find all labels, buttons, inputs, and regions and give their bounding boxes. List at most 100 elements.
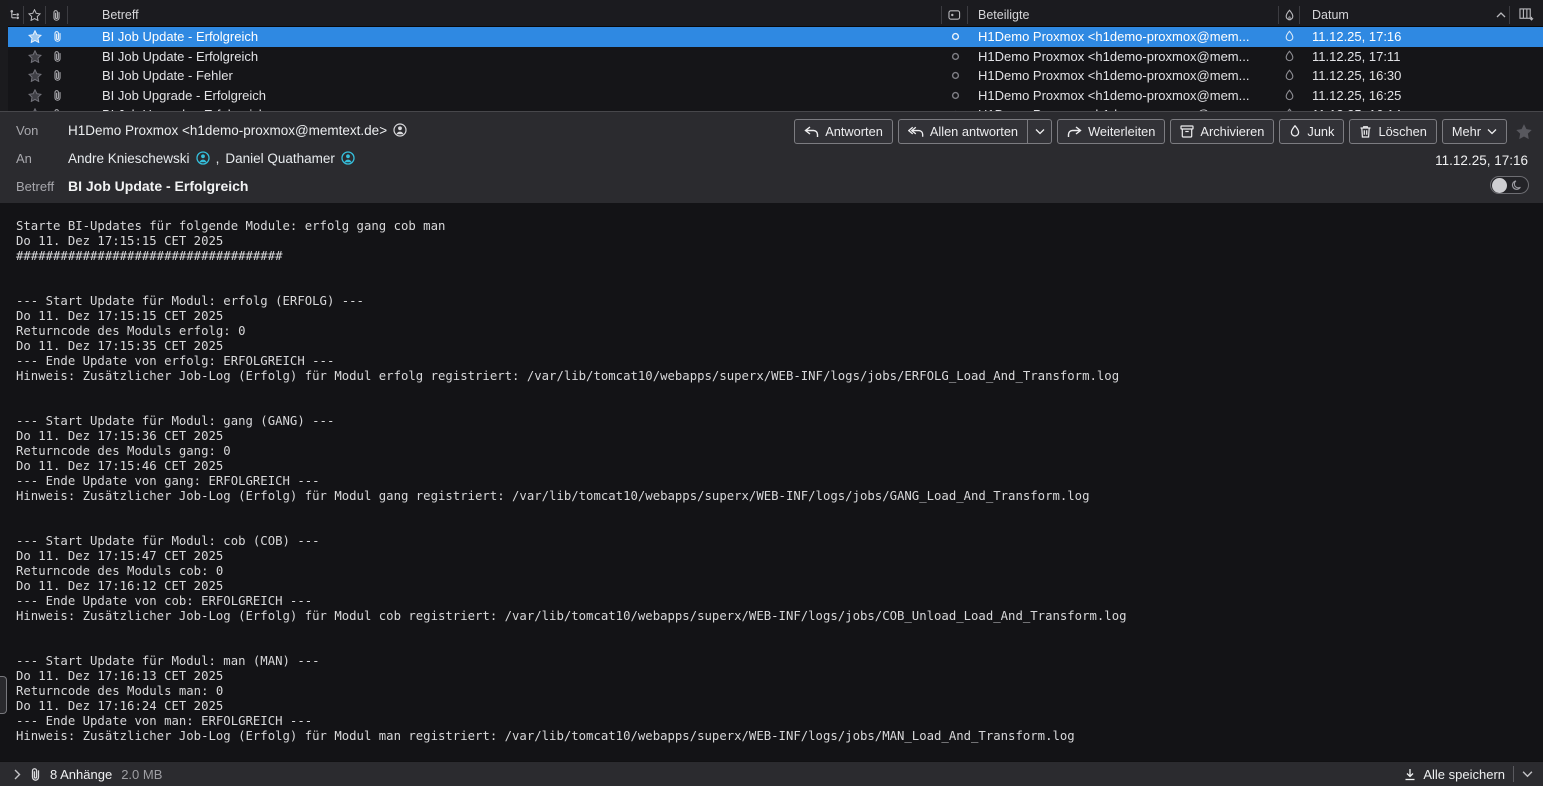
archive-icon [1180, 125, 1194, 138]
row-subject: BI Job Update - Erfolgreich [68, 49, 942, 64]
subject-column-header[interactable]: Betreff [68, 6, 942, 24]
date-column-header[interactable]: Datum [1300, 6, 1492, 24]
message-subject: BI Job Update - Erfolgreich [68, 178, 248, 194]
junk-column-header[interactable] [1278, 6, 1300, 24]
message-body-text: Starte BI-Updates für folgende Module: e… [16, 219, 1543, 744]
reply-all-icon [908, 126, 924, 138]
delete-button[interactable]: Löschen [1349, 119, 1436, 144]
flame-icon [1284, 9, 1295, 22]
toggle-knob [1492, 178, 1507, 193]
subject-column-label: Betreff [102, 8, 139, 22]
junk-button[interactable]: Junk [1279, 119, 1344, 144]
to-row: An Andre Knieschewski , Daniel Quathamer [16, 144, 1543, 172]
attachment-indicator-icon [46, 89, 68, 102]
more-label: Mehr [1452, 124, 1481, 139]
archive-button[interactable]: Archivieren [1170, 119, 1274, 144]
save-all-button[interactable]: Alle speichern [1404, 767, 1505, 782]
row-correspondent: H1Demo Proxmox <h1demo-proxmox@mem... [968, 88, 1278, 103]
chevron-down-icon [1487, 128, 1497, 135]
chevron-right-icon [14, 769, 21, 780]
forward-icon [1067, 126, 1082, 138]
trash-icon [1359, 125, 1372, 138]
thread-icon [9, 9, 22, 21]
read-status-icon[interactable] [942, 71, 968, 80]
message-date: 11.12.25, 17:16 [1435, 153, 1528, 168]
message-actions-toolbar: Antworten Allen antworten Weiterleiten A… [794, 119, 1507, 144]
download-icon [1404, 768, 1416, 781]
correspondents-column-header[interactable]: Beteiligte [968, 6, 1278, 24]
message-row-3[interactable]: BI Job Update - Fehler H1Demo Proxmox <h… [8, 66, 1543, 86]
star-column-header[interactable] [24, 6, 46, 24]
attachment-count[interactable]: 8 Anhänge [50, 767, 112, 782]
contact-icon[interactable] [341, 151, 355, 165]
from-label: Von [16, 123, 68, 138]
attachment-actions: Alle speichern [1404, 766, 1533, 782]
star-toggle[interactable] [24, 30, 46, 43]
reply-icon [804, 126, 819, 138]
dark-mode-toggle[interactable] [1490, 176, 1529, 194]
read-status-icon[interactable] [942, 91, 968, 100]
attachment-indicator-icon [46, 50, 68, 63]
junk-toggle-icon[interactable] [1278, 69, 1300, 82]
sort-ascending-indicator[interactable] [1492, 6, 1510, 24]
contact-icon[interactable] [393, 123, 407, 137]
message-row-1[interactable]: BI Job Update - Erfolgreich H1Demo Proxm… [8, 27, 1543, 47]
row-subject: BI Job Update - Fehler [68, 68, 942, 83]
message-header-pane: Von H1Demo Proxmox <h1demo-proxmox@memte… [0, 111, 1543, 203]
message-row-2[interactable]: BI Job Update - Erfolgreich H1Demo Proxm… [8, 47, 1543, 67]
more-button[interactable]: Mehr [1442, 119, 1507, 144]
chevron-down-icon [1035, 128, 1045, 135]
attachment-column-header[interactable] [46, 6, 68, 24]
to-label: An [16, 151, 68, 166]
junk-toggle-icon[interactable] [1278, 89, 1300, 102]
forward-label: Weiterleiten [1088, 124, 1155, 139]
star-message-button[interactable] [1515, 123, 1533, 145]
thread-column-header[interactable] [8, 6, 24, 24]
star-toggle[interactable] [24, 89, 46, 102]
read-status-icon[interactable] [942, 32, 968, 41]
chevron-up-icon [1496, 12, 1506, 18]
read-status-icon[interactable] [942, 52, 968, 61]
reply-all-split-button: Allen antworten [898, 119, 1052, 144]
save-all-label: Alle speichern [1423, 767, 1505, 782]
subject-row: Betreff BI Job Update - Erfolgreich [16, 172, 1543, 200]
attachment-indicator-icon [46, 69, 68, 82]
star-icon [1515, 123, 1533, 140]
row-date: 11.12.25, 16:30 [1300, 68, 1543, 83]
junk-toggle-icon[interactable] [1278, 30, 1300, 43]
attachments-expander-button[interactable] [14, 769, 21, 780]
moon-icon [1511, 180, 1522, 191]
attachment-total-size: 2.0 MB [121, 767, 162, 782]
star-icon [28, 9, 41, 21]
divider [1513, 766, 1514, 782]
row-correspondent: H1Demo Proxmox <h1demo-proxmox@mem... [968, 49, 1278, 64]
read-column-header[interactable] [942, 6, 968, 24]
from-value[interactable]: H1Demo Proxmox <h1demo-proxmox@memtext.d… [68, 123, 387, 138]
junk-toggle-icon[interactable] [1278, 50, 1300, 63]
junk-label: Junk [1307, 124, 1334, 139]
column-picker-button[interactable] [1510, 6, 1543, 24]
thread-list-header: Betreff Beteiligte Datum [8, 0, 1543, 27]
reply-button[interactable]: Antworten [794, 119, 893, 144]
row-correspondent: H1Demo Proxmox <h1demo-proxmox@mem... [968, 68, 1278, 83]
reply-all-dropdown-button[interactable] [1028, 119, 1052, 144]
chevron-down-icon [1522, 770, 1533, 778]
star-toggle[interactable] [24, 50, 46, 63]
forward-button[interactable]: Weiterleiten [1057, 119, 1165, 144]
recipient-1[interactable]: Andre Knieschewski [68, 151, 190, 166]
recipient-2[interactable]: Daniel Quathamer [225, 151, 335, 166]
save-all-dropdown-button[interactable] [1522, 770, 1533, 778]
contact-icon[interactable] [196, 151, 210, 165]
reply-all-button[interactable]: Allen antworten [898, 119, 1028, 144]
message-row-4[interactable]: BI Job Upgrade - Erfolgreich H1Demo Prox… [8, 86, 1543, 106]
paperclip-icon [30, 767, 41, 782]
read-column-icon [948, 9, 961, 21]
attachment-bar: 8 Anhänge 2.0 MB Alle speichern [0, 761, 1543, 786]
thread-list-pane: Betreff Beteiligte Datum [0, 0, 1543, 111]
row-subject: BI Job Upgrade - Erfolgreich [68, 88, 942, 103]
star-toggle[interactable] [24, 69, 46, 82]
row-date: 11.12.25, 17:16 [1300, 29, 1543, 44]
splitter-grip[interactable] [0, 676, 7, 714]
row-correspondent: H1Demo Proxmox <h1demo-proxmox@mem... [968, 29, 1278, 44]
correspondents-column-label: Beteiligte [978, 8, 1029, 22]
